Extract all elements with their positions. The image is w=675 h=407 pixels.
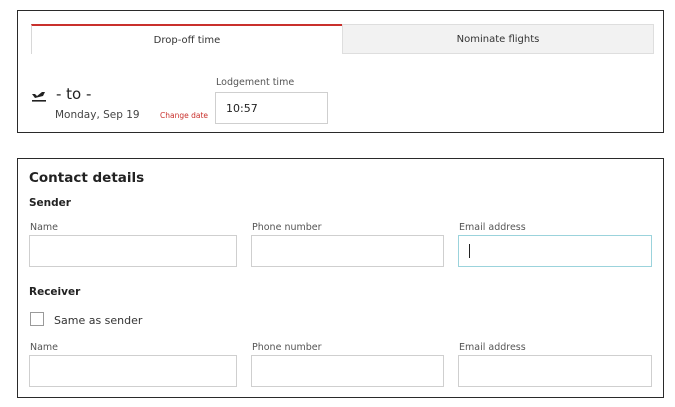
sender-heading: Sender — [29, 197, 71, 209]
receiver-phone-label: Phone number — [252, 342, 322, 353]
flight-route: - to - — [56, 85, 92, 103]
receiver-phone-input[interactable] — [251, 355, 444, 387]
sender-email-input[interactable] — [458, 235, 652, 267]
receiver-name-input[interactable] — [29, 355, 237, 387]
drop-off-date: Monday, Sep 19 — [55, 109, 140, 121]
drop-off-panel: Drop-off time Nominate flights - to - Mo… — [17, 10, 664, 133]
tab-nominate-flights[interactable]: Nominate flights — [342, 24, 654, 54]
lodgement-time-input[interactable]: 10:57 — [215, 92, 328, 124]
receiver-name-label: Name — [30, 342, 59, 353]
lodgement-time-value: 10:57 — [226, 101, 258, 115]
contact-details-title: Contact details — [29, 170, 145, 186]
sender-phone-label: Phone number — [252, 222, 322, 233]
contact-details-panel: Contact details Sender Name Phone number… — [17, 158, 664, 398]
sender-name-label: Name — [30, 222, 59, 233]
change-date-link[interactable]: Change date — [160, 111, 208, 120]
receiver-email-input[interactable] — [458, 355, 652, 387]
sender-phone-input[interactable] — [251, 235, 444, 267]
tab-bar: Drop-off time Nominate flights — [31, 24, 654, 54]
tab-drop-off-time[interactable]: Drop-off time — [31, 24, 342, 54]
lodgement-time-label: Lodgement time — [216, 77, 295, 88]
plane-departure-icon — [32, 92, 46, 102]
same-as-sender-label[interactable]: Same as sender — [54, 314, 142, 327]
receiver-heading: Receiver — [29, 286, 81, 298]
receiver-email-label: Email address — [459, 342, 526, 353]
text-caret — [469, 244, 470, 258]
sender-name-input[interactable] — [29, 235, 237, 267]
sender-email-label: Email address — [459, 222, 526, 233]
same-as-sender-checkbox[interactable] — [30, 312, 44, 326]
